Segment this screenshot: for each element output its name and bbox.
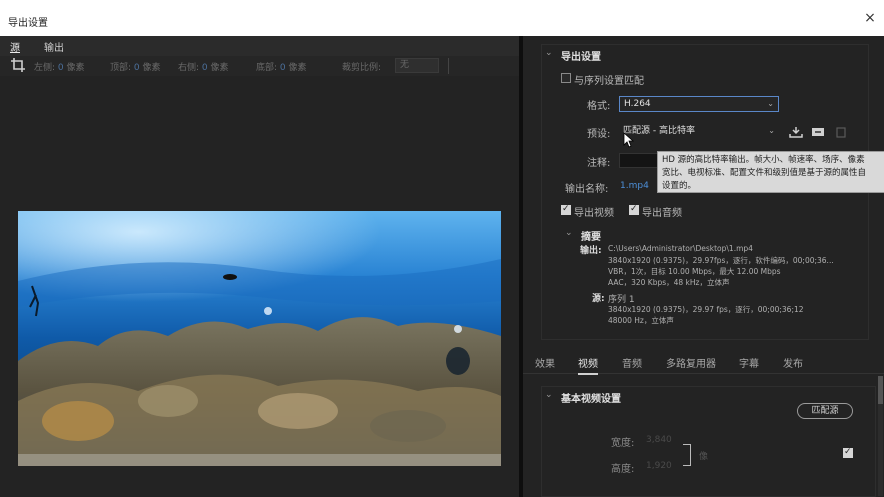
export-settings-chevron-icon[interactable]: ⌄ <box>545 48 553 58</box>
crop-left-field[interactable]: 左侧: 0 像素 <box>34 60 85 73</box>
output-name-link[interactable]: 1.mp4 <box>620 181 649 191</box>
match-sequence-label: 与序列设置匹配 <box>574 76 644 87</box>
underwater-preview-image <box>18 211 501 466</box>
summary-output-line: AAC，320 Kbps，48 kHz，立体声 <box>608 278 730 287</box>
crop-top-field[interactable]: 顶部: 0 像素 <box>110 60 161 73</box>
crop-right-value[interactable]: 0 <box>202 63 208 73</box>
crop-bottom-value[interactable]: 0 <box>280 63 286 73</box>
tab-source[interactable]: 源 <box>10 39 20 54</box>
format-select[interactable]: H.264 ⌄ <box>619 96 779 112</box>
format-value: H.264 <box>624 99 651 109</box>
tooltip-line: 宽比、电视标准、配置文件和级别值是基于源的属性自 <box>662 168 867 178</box>
tab-effects[interactable]: 效果 <box>535 355 555 370</box>
tooltip-line: HD 源的高比特率输出。帧大小、帧速率、场序、像素 <box>662 155 865 165</box>
width-label: 宽度: <box>611 438 635 449</box>
summary-source-line: 3840x1920 (0.9375)，29.97 fps，逐行，00;00;36… <box>608 305 804 314</box>
tooltip-line: 设置的。 <box>662 181 697 191</box>
crop-left-value[interactable]: 0 <box>58 63 64 73</box>
chevron-down-icon: ⌄ <box>767 99 774 108</box>
crop-top-label: 顶部: <box>110 63 132 73</box>
window-title: 导出设置 <box>8 18 48 29</box>
crop-left-unit: 像素 <box>66 63 85 73</box>
format-label: 格式: <box>587 101 611 112</box>
preset-label: 预设: <box>587 129 611 140</box>
video-preview <box>18 211 501 466</box>
crop-left-label: 左侧: <box>34 63 56 73</box>
export-video-checkbox[interactable] <box>561 204 571 215</box>
height-label: 高度: <box>611 464 635 475</box>
comment-label: 注释: <box>587 158 611 169</box>
crop-top-value[interactable]: 0 <box>134 63 140 73</box>
mouse-cursor-icon <box>623 132 635 148</box>
export-video-label: 导出视频 <box>574 208 614 219</box>
link-dimensions-bracket <box>683 444 691 466</box>
crop-bottom-field[interactable]: 底部: 0 像素 <box>256 60 307 73</box>
crop-toolbar: 左侧: 0 像素 顶部: 0 像素 右侧: 0 像素 底部: 0 像素 裁剪比例… <box>0 56 519 76</box>
settings-tabs: 效果 视频 音频 多路复用器 字幕 发布 <box>523 350 884 375</box>
preset-tooltip: HD 源的高比特率输出。帧大小、帧速率、场序、像素 宽比、电视标准、配置文件和级… <box>657 151 884 193</box>
tab-audio[interactable]: 音频 <box>622 355 642 370</box>
summary-output-label: 输出: <box>580 246 602 256</box>
height-value[interactable]: 1,920 <box>646 461 672 471</box>
summary-source-line: 48000 Hz，立体声 <box>608 316 674 325</box>
dimension-unit: 像 <box>699 452 709 462</box>
export-audio-checkbox[interactable] <box>629 204 639 215</box>
settings-scroll-thumb[interactable] <box>878 376 883 404</box>
summary-source-label: 源: <box>592 294 605 304</box>
summary-output-line: C:\Users\Administrator\Desktop\1.mp4 <box>608 244 753 253</box>
title-bar: 导出设置 × <box>0 0 884 36</box>
chevron-down-icon: ⌄ <box>768 126 775 135</box>
tab-publish[interactable]: 发布 <box>783 355 803 370</box>
tab-multiplexer[interactable]: 多路复用器 <box>666 355 716 370</box>
comment-input[interactable] <box>619 153 659 168</box>
crop-ratio-select[interactable]: 无 <box>395 58 439 73</box>
export-settings-panel: ⌄ 导出设置 与序列设置匹配 格式: H.264 ⌄ 预设: 匹配源 - 高比特… <box>523 36 884 497</box>
basic-video-chevron-icon[interactable]: ⌄ <box>545 390 553 400</box>
crop-right-label: 右侧: <box>178 63 200 73</box>
crop-bottom-unit: 像素 <box>288 63 307 73</box>
output-name-label: 输出名称: <box>565 184 609 195</box>
delete-preset-icon[interactable] <box>834 126 848 138</box>
crop-right-unit: 像素 <box>210 63 229 73</box>
summary-output-line: 3840x1920 (0.9375)，29.97fps，逐行，软件编码，00;0… <box>608 256 834 265</box>
basic-video-title: 基本视频设置 <box>561 394 621 405</box>
export-audio-label: 导出音频 <box>642 208 682 219</box>
import-preset-icon[interactable] <box>811 126 825 138</box>
source-panel: 源 输出 左侧: 0 像素 顶部: 0 像素 右侧: 0 像素 底部: 0 像素… <box>0 36 519 497</box>
source-output-tabs: 源 输出 <box>0 36 519 56</box>
tab-video[interactable]: 视频 <box>578 355 598 375</box>
crop-top-unit: 像素 <box>142 63 161 73</box>
crop-right-field[interactable]: 右侧: 0 像素 <box>178 60 229 73</box>
summary-chevron-icon[interactable]: ⌄ <box>565 228 573 238</box>
preset-select[interactable]: 匹配源 - 高比特率 ⌄ <box>619 124 779 140</box>
summary-title: 摘要 <box>581 232 601 243</box>
close-icon[interactable]: × <box>862 10 878 26</box>
summary-output-line: VBR，1次，目标 10.00 Mbps，最大 12.00 Mbps <box>608 267 781 276</box>
save-preset-icon[interactable] <box>789 126 803 138</box>
width-value[interactable]: 3,840 <box>646 435 672 445</box>
match-source-button[interactable]: 匹配源 <box>797 403 853 419</box>
crop-ratio-label: 裁剪比例: <box>342 63 382 73</box>
width-override-checkbox[interactable] <box>843 447 853 458</box>
export-settings-title: 导出设置 <box>561 52 601 63</box>
crop-icon[interactable] <box>10 57 26 73</box>
toolbar-divider <box>448 58 449 74</box>
crop-bottom-label: 底部: <box>256 63 278 73</box>
tab-output[interactable]: 输出 <box>44 39 64 54</box>
match-sequence-checkbox[interactable] <box>561 73 571 83</box>
tab-captions[interactable]: 字幕 <box>739 355 759 370</box>
